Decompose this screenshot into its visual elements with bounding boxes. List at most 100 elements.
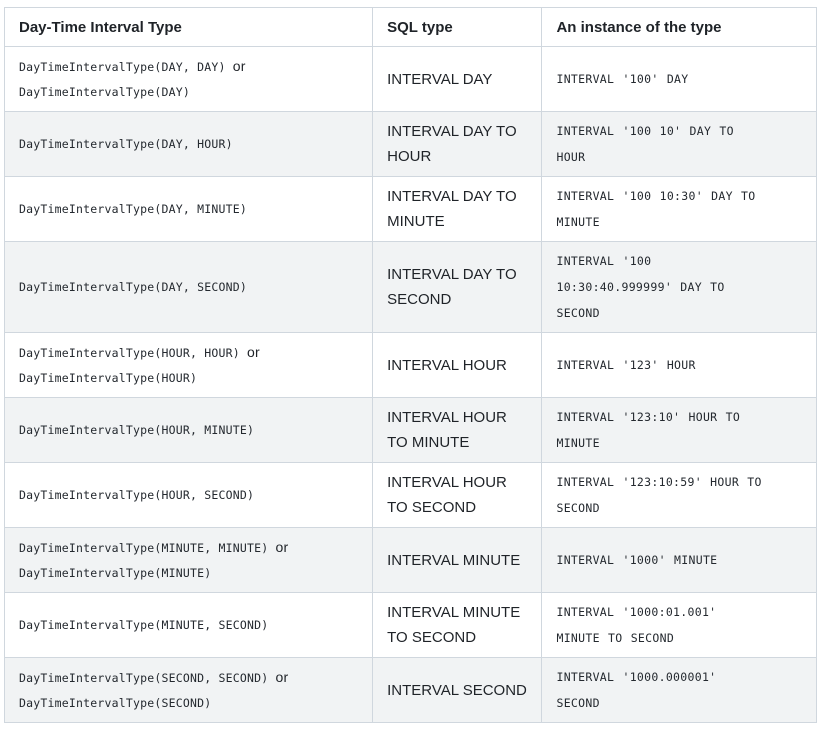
sql-type-line: INTERVAL DAY TO <box>387 188 517 205</box>
cell-instance: INTERVAL '123:10:59' HOUR TO SECOND <box>541 462 817 528</box>
table-row: DayTimeIntervalType(MINUTE, MINUTE) or Da… <box>3 527 817 593</box>
sql-type-line: INTERVAL SECOND <box>387 681 527 699</box>
cell-instance: INTERVAL '1000:01.001' MINUTE TO SECOND <box>541 592 817 658</box>
interval-type-text: DayTimeIntervalType(SECOND, SECOND) <box>19 670 269 685</box>
or-text: or <box>246 343 260 360</box>
cell-sql-type: INTERVAL MINUTE TO SECOND <box>372 592 543 658</box>
table-row: DayTimeIntervalType(HOUR, HOUR) or DayTim… <box>3 332 817 398</box>
interval-type-line: DayTimeIntervalType(HOUR, MINUTE) <box>19 418 358 443</box>
cell-interval-type: DayTimeIntervalType(MINUTE, SECOND) <box>3 592 374 658</box>
header-sql-type: SQL type <box>372 7 543 47</box>
sql-type-line: SECOND <box>387 291 452 308</box>
instance-line: INTERVAL '1000' MINUTE <box>556 553 718 567</box>
sql-type-line: TO SECOND <box>387 499 477 516</box>
interval-type-text: DayTimeIntervalType(SECOND) <box>19 695 212 710</box>
cell-instance: INTERVAL '1000.000001' SECOND <box>541 657 817 723</box>
instance-line: 10:30:40.999999' DAY TO <box>556 280 725 294</box>
table-row: DayTimeIntervalType(HOUR, MINUTE) INTERVA… <box>3 397 817 463</box>
interval-type-line: DayTimeIntervalType(MINUTE) <box>19 561 358 586</box>
instance-line: INTERVAL '100 <box>556 254 652 268</box>
table-row: DayTimeIntervalType(DAY, MINUTE) INTERVAL… <box>3 176 817 242</box>
interval-type-code: DayTimeIntervalType(HOUR, MINUTE) <box>19 418 358 443</box>
instance-line: INTERVAL '123' HOUR <box>556 358 696 372</box>
cell-instance: INTERVAL '123' HOUR <box>541 332 817 398</box>
sql-type-line: INTERVAL MINUTE <box>387 604 521 621</box>
interval-type-line: DayTimeIntervalType(HOUR) <box>19 366 358 391</box>
interval-type-code: DayTimeIntervalType(DAY, SECOND) <box>19 275 358 300</box>
interval-type-text: DayTimeIntervalType(HOUR, SECOND) <box>19 487 255 502</box>
table-header-row: Day-Time Interval Type SQL type An insta… <box>3 7 817 47</box>
instance-line: SECOND <box>556 696 600 710</box>
instance-line: SECOND <box>556 501 600 515</box>
sql-type-line: MINUTE <box>387 213 445 230</box>
interval-type-line: DayTimeIntervalType(HOUR, SECOND) <box>19 483 358 508</box>
cell-instance: INTERVAL '100 10:30' DAY TO MINUTE <box>541 176 817 242</box>
table-row: DayTimeIntervalType(MINUTE, SECOND) INTER… <box>3 592 817 658</box>
cell-interval-type: DayTimeIntervalType(DAY, SECOND) <box>3 241 374 333</box>
sql-type-line: INTERVAL DAY TO <box>387 266 517 283</box>
cell-sql-type: INTERVAL DAY <box>372 46 543 112</box>
instance-line: INTERVAL '123:10:59' HOUR TO <box>556 475 762 489</box>
cell-sql-type: INTERVAL MINUTE <box>372 527 543 593</box>
interval-type-line: DayTimeIntervalType(MINUTE, SECOND) <box>19 613 358 638</box>
cell-instance: INTERVAL '123:10' HOUR TO MINUTE <box>541 397 817 463</box>
instance-line: INTERVAL '100 10' DAY TO <box>556 124 734 138</box>
interval-type-code: DayTimeIntervalType(MINUTE, MINUTE) or Da… <box>19 535 358 586</box>
instance-line: MINUTE <box>556 436 600 450</box>
cell-instance: INTERVAL '100 10:30:40.999999' DAY TO SECO… <box>541 241 817 333</box>
sql-type-line: INTERVAL DAY TO <box>387 123 517 140</box>
or-text: or <box>275 668 289 685</box>
cell-interval-type: DayTimeIntervalType(DAY, DAY) or DayTimeI… <box>3 46 374 112</box>
table-row: DayTimeIntervalType(DAY, DAY) or DayTimeI… <box>3 46 817 112</box>
cell-sql-type: INTERVAL HOUR TO SECOND <box>372 462 543 528</box>
instance-line: INTERVAL '100 10:30' DAY TO <box>556 189 756 203</box>
table-row: DayTimeIntervalType(DAY, SECOND) INTERVAL… <box>3 241 817 333</box>
cell-sql-type: INTERVAL DAY TO HOUR <box>372 111 543 177</box>
interval-type-text: DayTimeIntervalType(MINUTE, MINUTE) <box>19 540 269 555</box>
interval-type-line: DayTimeIntervalType(DAY, HOUR) <box>19 132 358 157</box>
table-row: DayTimeIntervalType(DAY, HOUR) INTERVAL D… <box>3 111 817 177</box>
interval-type-code: DayTimeIntervalType(HOUR, HOUR) or DayTim… <box>19 340 358 391</box>
cell-interval-type: DayTimeIntervalType(MINUTE, MINUTE) or Da… <box>3 527 374 593</box>
sql-type-line: INTERVAL DAY <box>387 70 493 88</box>
instance-line: MINUTE TO SECOND <box>556 631 675 645</box>
interval-type-text: DayTimeIntervalType(DAY, DAY) <box>19 59 226 74</box>
header-day-time-interval-type: Day-Time Interval Type <box>3 7 374 47</box>
table-body: DayTimeIntervalType(DAY, DAY) or DayTimeI… <box>3 46 817 723</box>
interval-type-code: DayTimeIntervalType(MINUTE, SECOND) <box>19 613 358 638</box>
cell-sql-type: INTERVAL DAY TO MINUTE <box>372 176 543 242</box>
header-instance-of-type: An instance of the type <box>541 7 817 47</box>
interval-type-text: DayTimeIntervalType(DAY, SECOND) <box>19 279 247 294</box>
interval-type-line: DayTimeIntervalType(DAY) <box>19 80 358 105</box>
interval-type-text: DayTimeIntervalType(MINUTE, SECOND) <box>19 617 269 632</box>
interval-type-text: DayTimeIntervalType(DAY, MINUTE) <box>19 201 247 216</box>
instance-line: INTERVAL '1000:01.001' <box>556 605 717 619</box>
interval-type-text: DayTimeIntervalType(DAY) <box>19 84 190 99</box>
instance-line: MINUTE <box>556 215 600 229</box>
interval-type-line: DayTimeIntervalType(HOUR, HOUR) or <box>19 340 358 366</box>
instance-line: INTERVAL '123:10' HOUR TO <box>556 410 741 424</box>
interval-type-code: DayTimeIntervalType(HOUR, SECOND) <box>19 483 358 508</box>
interval-type-line: DayTimeIntervalType(DAY, SECOND) <box>19 275 358 300</box>
instance-line: SECOND <box>556 306 600 320</box>
cell-sql-type: INTERVAL SECOND <box>372 657 543 723</box>
interval-type-text: DayTimeIntervalType(MINUTE) <box>19 565 212 580</box>
interval-type-text: DayTimeIntervalType(DAY, HOUR) <box>19 136 233 151</box>
cell-interval-type: DayTimeIntervalType(HOUR, SECOND) <box>3 462 374 528</box>
sql-type-line: INTERVAL HOUR <box>387 474 507 491</box>
cell-sql-type: INTERVAL HOUR <box>372 332 543 398</box>
instance-line: INTERVAL '100' DAY <box>556 72 689 86</box>
cell-interval-type: DayTimeIntervalType(SECOND, SECOND) or Da… <box>3 657 374 723</box>
cell-instance: INTERVAL '1000' MINUTE <box>541 527 817 593</box>
interval-type-code: DayTimeIntervalType(SECOND, SECOND) or Da… <box>19 665 358 716</box>
interval-type-code: DayTimeIntervalType(DAY, MINUTE) <box>19 197 358 222</box>
table-row: DayTimeIntervalType(SECOND, SECOND) or Da… <box>3 657 817 723</box>
cell-sql-type: INTERVAL DAY TO SECOND <box>372 241 543 333</box>
interval-type-line: DayTimeIntervalType(MINUTE, MINUTE) or <box>19 535 358 561</box>
interval-type-text: DayTimeIntervalType(HOUR, MINUTE) <box>19 422 255 437</box>
interval-type-text: DayTimeIntervalType(HOUR, HOUR) <box>19 345 240 360</box>
cell-interval-type: DayTimeIntervalType(DAY, MINUTE) <box>3 176 374 242</box>
interval-type-line: DayTimeIntervalType(DAY, DAY) or <box>19 54 358 80</box>
instance-line: INTERVAL '1000.000001' <box>556 670 717 684</box>
interval-type-table: Day-Time Interval Type SQL type An insta… <box>3 7 817 723</box>
